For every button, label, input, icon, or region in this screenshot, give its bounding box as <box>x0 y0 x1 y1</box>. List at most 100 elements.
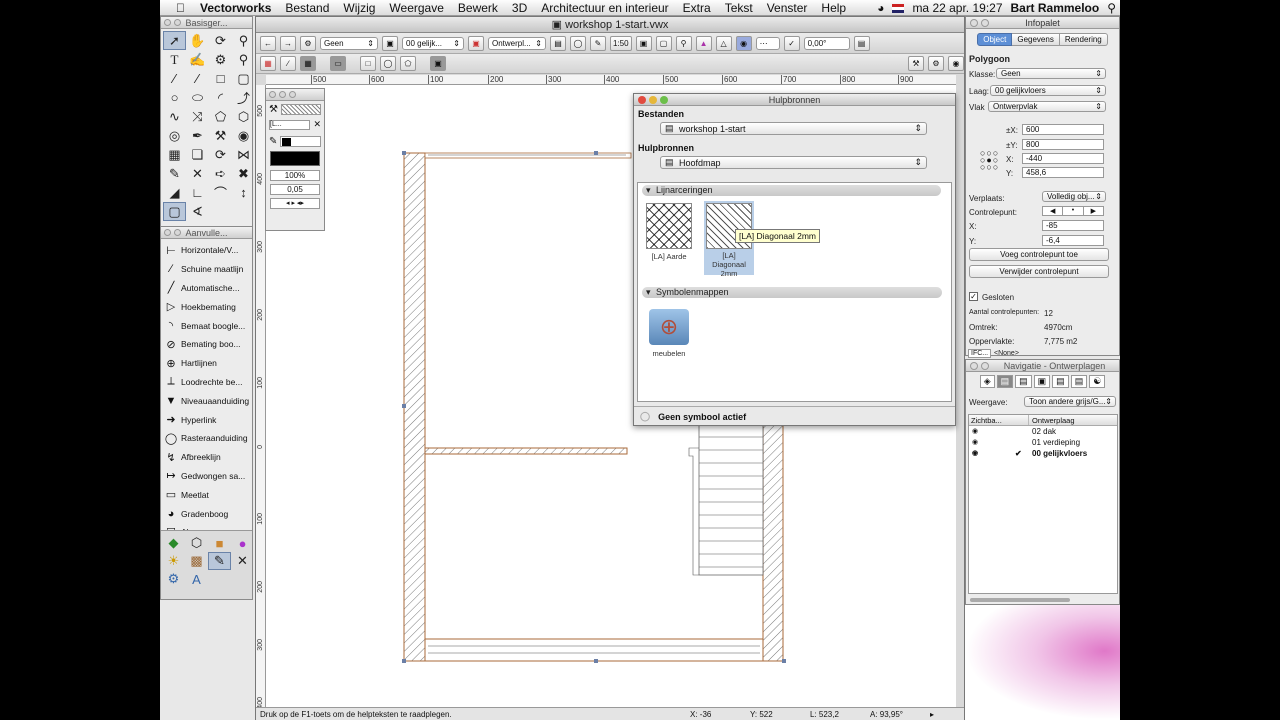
circle-tool-icon[interactable]: ○ <box>163 88 186 107</box>
resource-tile-meubelen[interactable]: ⊕ meubelen <box>644 309 694 358</box>
quarter-arc-tool-icon[interactable]: ⤴ <box>232 88 252 107</box>
layer-row[interactable]: ◉ 02 dak <box>969 426 1117 437</box>
resource-tile-aarde[interactable]: [LA] Aarde <box>644 203 694 261</box>
wall-bottom[interactable] <box>424 638 764 662</box>
measure-tool-icon[interactable]: ∢ <box>186 202 209 221</box>
verplaats-select[interactable]: Volledig obj... ⇕ <box>1042 191 1106 202</box>
mode-poly-icon[interactable]: ⬠ <box>400 56 416 71</box>
minimize-icon[interactable] <box>649 96 657 104</box>
hatch-icon[interactable]: ✕ <box>313 119 321 130</box>
scale-button[interactable]: 1:50 <box>610 35 632 51</box>
group-lijnarceringen[interactable]: ▾ Lijnarceringen <box>642 185 941 196</box>
nav-objects-icon[interactable]: ☯ <box>1089 375 1106 388</box>
mode-pick-icon[interactable]: ▣ <box>430 56 446 71</box>
symbol-tool-icon[interactable]: ⚙ <box>209 50 232 69</box>
clock[interactable]: ma 22 apr. 19:27 <box>912 1 1002 15</box>
nav-views-icon[interactable]: ▣ <box>1033 375 1051 388</box>
toolset-detail-icon[interactable]: ✕ <box>231 552 252 570</box>
offset-tool-icon[interactable]: ❏ <box>186 145 209 164</box>
forward-icon[interactable]: → <box>280 35 296 51</box>
fill-pattern-select[interactable] <box>280 104 321 115</box>
aanvul-item-8[interactable]: ▼ Niveauaanduiding <box>161 391 252 410</box>
angle-field[interactable]: 0,00° <box>803 36 850 50</box>
aanvul-item-9[interactable]: ➜ Hyperlink <box>161 410 252 429</box>
eyedropper-tool-icon[interactable]: ✒ <box>186 126 209 145</box>
point-dot-icon[interactable]: • <box>1063 206 1084 216</box>
toolset-annotation-icon[interactable]: A <box>185 570 208 588</box>
dx-field[interactable]: 600 <box>1022 124 1104 135</box>
perspective-icon[interactable]: ▲ <box>695 35 712 51</box>
callout-tool-icon[interactable]: ✍ <box>186 50 209 69</box>
pen-swatch[interactable] <box>270 151 320 166</box>
toolset-furniture-icon[interactable]: ▩ <box>185 552 208 570</box>
close-icon[interactable] <box>970 362 978 370</box>
wall-right-lower[interactable] <box>762 414 784 662</box>
col-layer[interactable]: Ontwerplaag <box>1029 415 1075 425</box>
double-line-tool-icon[interactable]: ∕ <box>186 69 209 88</box>
plane-rotation-icon[interactable]: ✓ <box>783 35 800 51</box>
grid-options-icon[interactable]: ▤ <box>853 35 870 51</box>
flag-icon[interactable] <box>892 3 905 13</box>
reshape-tool-icon[interactable]: ✎ <box>163 164 186 183</box>
eye-icon[interactable]: ◉ <box>969 426 1029 437</box>
add-point-button[interactable]: Voeg controlepunt toe <box>969 248 1109 261</box>
help-icon[interactable]: ◉ <box>948 56 964 71</box>
nav-sheets-icon[interactable]: ▤ <box>1015 375 1032 388</box>
close-icon[interactable] <box>638 96 646 104</box>
apple-icon[interactable]:  <box>160 1 193 15</box>
arc-tool-icon[interactable]: ◜ <box>209 88 232 107</box>
chamfer-tool-icon[interactable]: ∟ <box>186 183 209 202</box>
tab-gegevens[interactable]: Gegevens <box>1012 33 1060 46</box>
aanvul-item-11[interactable]: ↯ Afbreeklijn <box>161 448 252 467</box>
toolset-landscape-icon[interactable]: ☀ <box>162 552 185 570</box>
light-select[interactable]: ⋯ <box>755 36 780 50</box>
zoom-tool-icon[interactable]: ⚲ <box>232 31 252 50</box>
line-weight-icon[interactable]: ✎ <box>590 35 606 51</box>
paint-tool-icon[interactable]: ⚒ <box>209 126 232 145</box>
snap-grid-icon[interactable]: ▦ <box>260 56 276 71</box>
flyover-tool-icon[interactable]: ⟳ <box>209 31 232 50</box>
toolset-building-icon[interactable]: ⬡ <box>185 534 208 552</box>
menu-bewerk[interactable]: Bewerk <box>451 1 505 15</box>
menu-extra[interactable]: Extra <box>676 1 718 15</box>
delete-point-button[interactable]: Verwijder controlepunt <box>969 265 1109 278</box>
rotate-tool-icon[interactable]: ⟳ <box>209 145 232 164</box>
aanvul-item-3[interactable]: ▷ Hoekbemating <box>161 297 252 316</box>
aanvul-item-4[interactable]: ◝ Bemaat boogle... <box>161 316 252 335</box>
nav-view-select[interactable]: Toon andere grijs/G... ⇕ <box>1024 396 1116 407</box>
snap-angle-icon[interactable]: ▦ <box>300 56 316 71</box>
col-visibility[interactable]: Zichtba... <box>969 415 1029 425</box>
aanvul-item-0[interactable]: ⊢ Horizontale/V... <box>161 241 252 260</box>
layers-icon[interactable]: ▣ <box>382 35 398 51</box>
menu-tekst[interactable]: Tekst <box>718 1 760 15</box>
cx-field[interactable]: -85 <box>1042 220 1104 231</box>
menu-bestand[interactable]: Bestand <box>278 1 336 15</box>
cy-field[interactable]: -6,4 <box>1042 235 1104 246</box>
prev-point-icon[interactable]: ◀ <box>1042 206 1064 216</box>
vlak-select[interactable]: Ontwerpvlak ⇕ <box>988 101 1106 112</box>
wifi-icon[interactable]: ◕ <box>877 1 884 15</box>
rectangle-tool-icon[interactable]: □ <box>209 69 232 88</box>
tab-rendering[interactable]: Rendering <box>1059 33 1108 46</box>
saved-view-icon[interactable]: ⚙ <box>300 35 316 51</box>
mode-rect-icon[interactable]: ▭ <box>330 56 346 71</box>
move-tool-icon[interactable]: ↕ <box>232 183 252 202</box>
snap-object-icon[interactable]: ∕ <box>280 56 296 71</box>
polygon-tool-icon[interactable]: ⬠ <box>209 107 232 126</box>
menu-wijzig[interactable]: Wijzig <box>336 1 382 15</box>
class-select[interactable]: Geen ⇕ <box>320 36 378 50</box>
aanvul-item-12[interactable]: ↦ Gedwongen sa... <box>161 467 252 486</box>
aanvul-item-10[interactable]: ◯ Rasteraanduiding <box>161 429 252 448</box>
mirror-tool-icon[interactable]: ⋈ <box>232 145 252 164</box>
text-tool-icon[interactable]: T <box>163 50 186 69</box>
view-plane-select[interactable]: Ontwerpl... ⇕ <box>488 36 546 50</box>
arrow-select[interactable]: ◂ ▸ ◂▸ <box>270 198 320 209</box>
layer-row[interactable]: ◉ 01 verdieping <box>969 437 1117 448</box>
tab-object[interactable]: Object <box>977 33 1013 46</box>
polyline-tool-icon[interactable]: ⤨ <box>186 107 209 126</box>
spiral-tool-icon[interactable]: ◎ <box>163 126 186 145</box>
grid-tool-icon[interactable]: ▦ <box>163 145 186 164</box>
menu-vectorworks[interactable]: Vectorworks <box>193 1 278 15</box>
zoom-window-icon[interactable] <box>660 96 668 104</box>
controlepunt-stepper[interactable]: ◀ • ▶ <box>1042 206 1104 216</box>
